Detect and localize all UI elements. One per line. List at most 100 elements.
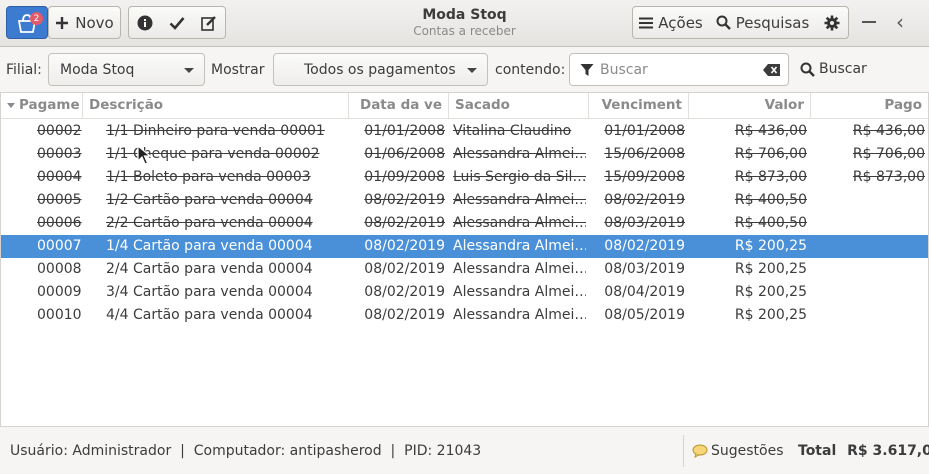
column-header-payer[interactable]: Sacado xyxy=(449,93,589,118)
cell-desc: 1/4 Cartão para venda 00004 xyxy=(106,238,313,254)
table-row[interactable]: 00010 4/4 Cartão para venda 00004 08/02/20… xyxy=(1,304,928,327)
filter-bar: Filial: Moda Stoq Mostrar Todos os pagam… xyxy=(0,47,929,93)
details-button[interactable] xyxy=(128,6,162,39)
cell-due: 01/01/2008 xyxy=(604,123,685,139)
search-input[interactable] xyxy=(600,60,750,80)
show-combo[interactable]: Todos os pagamentos xyxy=(273,53,488,86)
total-value: R$ 3.617,00 xyxy=(847,443,929,459)
table-row[interactable]: 00008 2/4 Cartão para venda 00004 08/02/20… xyxy=(1,258,928,281)
total-label: Total xyxy=(798,443,837,459)
mouse-cursor-icon xyxy=(137,145,151,165)
searches-menu-button[interactable]: Pesquisas xyxy=(709,6,817,39)
info-icon xyxy=(137,15,153,30)
cell-id: 00008 xyxy=(37,261,82,277)
search-button-label: Buscar xyxy=(819,61,867,77)
table-row[interactable]: 00009 3/4 Cartão para venda 00004 08/02/20… xyxy=(1,281,928,304)
status-divider xyxy=(683,435,684,467)
branch-label: Filial: xyxy=(6,62,42,78)
searches-label: Pesquisas xyxy=(735,13,810,32)
cell-desc: 2/2 Cartão para venda 00004 xyxy=(106,215,313,231)
table-header: Pagame Descrição Data da ve Sacado Venci… xyxy=(1,93,928,119)
cell-value: R$ 400,50 xyxy=(734,192,807,208)
table-row[interactable]: 00007 1/4 Cartão para venda 00004 08/02/20… xyxy=(1,235,928,258)
cell-payer: Alessandra Almei… xyxy=(453,146,586,162)
cell-date: 01/06/2008 xyxy=(364,146,445,162)
cell-payer: Luis Sergio da Sil… xyxy=(453,169,586,185)
cell-id: 00006 xyxy=(37,215,82,231)
table-row[interactable]: 00004 1/1 Boleto para venda 00003 01/09/20… xyxy=(1,166,928,189)
cell-due: 08/05/2019 xyxy=(604,307,685,323)
gear-icon xyxy=(824,15,840,30)
cell-id: 00003 xyxy=(37,146,82,162)
settings-button[interactable] xyxy=(816,6,849,39)
cell-desc: 1/1 Dinheiro para venda 00001 xyxy=(106,123,325,139)
cell-value: R$ 200,25 xyxy=(734,238,807,254)
branch-value: Moda Stoq xyxy=(60,61,135,78)
notification-badge: 2 xyxy=(30,12,43,25)
window-subtitle: Contas a receber xyxy=(413,24,516,38)
column-header-payment[interactable]: Pagame xyxy=(1,93,83,118)
search-field[interactable] xyxy=(569,53,789,86)
column-header-sale-date[interactable]: Data da ve xyxy=(349,93,449,118)
cell-paid xyxy=(811,304,925,327)
column-header-value[interactable]: Valor xyxy=(689,93,811,118)
plus-icon xyxy=(56,16,69,29)
cell-paid xyxy=(811,212,925,235)
hamburger-icon xyxy=(639,17,654,28)
new-button-label: Novo xyxy=(75,13,114,32)
column-header-description[interactable]: Descrição xyxy=(83,93,349,118)
cell-value: R$ 706,00 xyxy=(734,146,807,162)
cell-due: 15/06/2008 xyxy=(604,146,685,162)
cell-paid: R$ 436,00 xyxy=(852,123,925,139)
cell-id: 00002 xyxy=(37,123,82,139)
cell-payer: Alessandra Almei… xyxy=(453,238,586,254)
cell-paid: R$ 706,00 xyxy=(852,146,925,162)
new-button[interactable]: Novo xyxy=(48,6,121,39)
table-row[interactable]: 00006 2/2 Cartão para venda 00004 08/02/20… xyxy=(1,212,928,235)
contains-label: contendo: xyxy=(495,62,566,78)
chevron-down-icon xyxy=(184,68,194,73)
cell-date: 08/02/2019 xyxy=(364,307,445,323)
cell-due: 15/09/2008 xyxy=(604,169,685,185)
edit-button[interactable] xyxy=(193,6,226,39)
clear-icon[interactable] xyxy=(763,64,780,76)
cell-payer: Alessandra Almei… xyxy=(453,284,586,300)
cell-due: 08/02/2019 xyxy=(604,238,685,254)
table-row[interactable]: 00002 1/1 Dinheiro para venda 00001 01/01/… xyxy=(1,120,928,143)
edit-icon xyxy=(201,15,216,31)
header-bar: 2 Novo Moda Stoq Contas a receber Ações … xyxy=(0,0,929,47)
receive-button[interactable] xyxy=(161,6,194,39)
cell-id: 00004 xyxy=(37,169,82,185)
cell-value: R$ 400,50 xyxy=(734,215,807,231)
cell-id: 00010 xyxy=(37,307,82,323)
cell-due: 08/02/2019 xyxy=(604,192,685,208)
table-row[interactable]: 00005 1/2 Cartão para venda 00004 08/02/20… xyxy=(1,189,928,212)
cell-date: 08/02/2019 xyxy=(364,215,445,231)
chevron-down-icon xyxy=(467,68,477,73)
cell-paid: R$ 873,00 xyxy=(852,169,925,185)
total-display: Total R$ 3.617,00 xyxy=(798,443,929,459)
cell-date: 08/02/2019 xyxy=(364,261,445,277)
cell-payer: Vitalina Claudino xyxy=(453,123,572,139)
search-button[interactable]: Buscar xyxy=(800,61,867,77)
actions-label: Ações xyxy=(658,13,703,32)
cell-due: 08/03/2019 xyxy=(604,215,685,231)
suggestions-button[interactable]: Sugestões xyxy=(692,443,784,459)
cell-payer: Alessandra Almei… xyxy=(453,192,586,208)
check-icon xyxy=(169,16,185,30)
window-title: Moda Stoq xyxy=(422,7,507,23)
column-header-due-date[interactable]: Venciment xyxy=(589,93,689,118)
branch-combo[interactable]: Moda Stoq xyxy=(48,53,205,86)
show-label: Mostrar xyxy=(211,62,265,78)
actions-menu-button[interactable]: Ações xyxy=(632,6,710,39)
cell-id: 00005 xyxy=(37,192,82,208)
column-header-paid[interactable]: Pago xyxy=(811,93,928,118)
sort-down-icon xyxy=(7,102,15,108)
speech-bubble-icon xyxy=(692,444,708,458)
cell-desc: 3/4 Cartão para venda 00004 xyxy=(106,284,313,300)
cell-value: R$ 873,00 xyxy=(734,169,807,185)
minimize-icon[interactable] xyxy=(862,21,876,23)
cell-paid xyxy=(811,281,925,304)
back-icon[interactable]: ‹ xyxy=(896,12,904,32)
app-menu-button[interactable]: 2 xyxy=(6,6,48,39)
